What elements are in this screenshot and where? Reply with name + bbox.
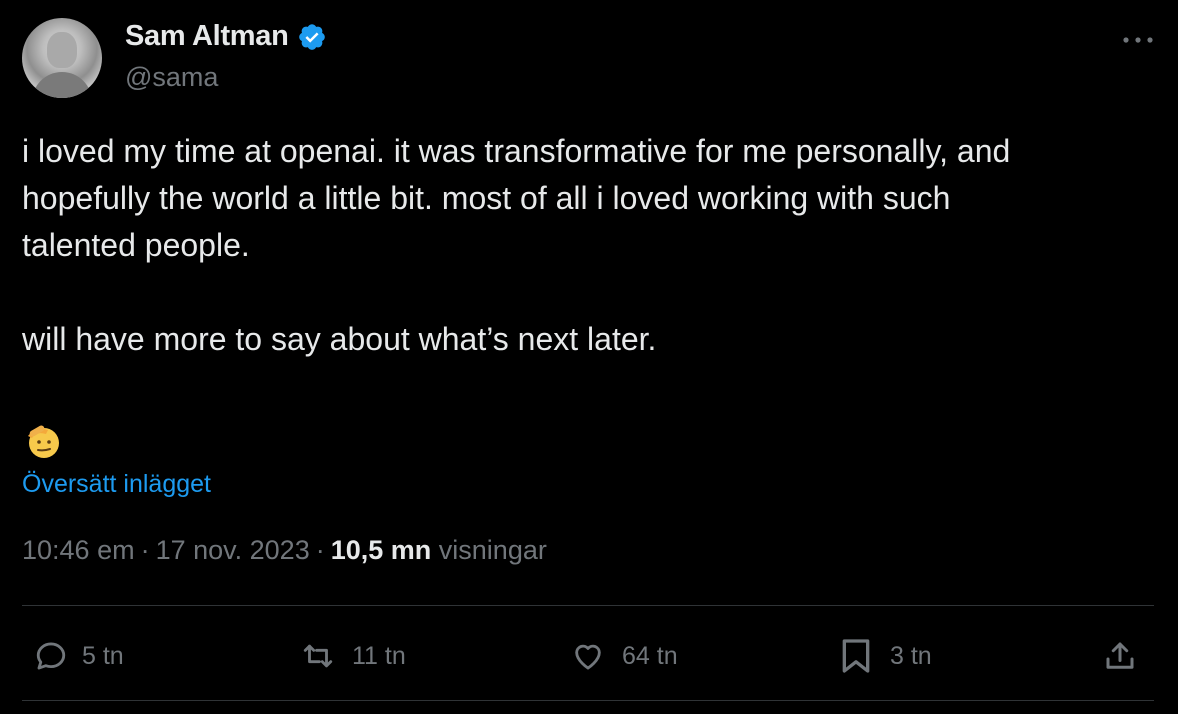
tweet-meta: 10:46 em · 17 nov. 2023 · 10,5 mn visningar: [22, 535, 547, 566]
name-row: Sam Altman: [125, 20, 327, 53]
meta-separator: ·: [315, 535, 325, 565]
reply-button[interactable]: 5 tn: [34, 630, 124, 682]
repost-button[interactable]: 11 tn: [298, 630, 406, 682]
reply-icon: [34, 639, 68, 673]
author-display-name[interactable]: Sam Altman: [125, 20, 289, 53]
tweet-text: i loved my time at openai. it was transf…: [22, 133, 1011, 357]
like-button[interactable]: 64 tn: [568, 630, 678, 682]
verified-badge-icon[interactable]: [297, 22, 327, 52]
tweet-time[interactable]: 10:46 em: [22, 535, 135, 565]
tweet-header: Sam Altman @sama: [22, 18, 1156, 100]
repost-icon: [298, 639, 338, 673]
translate-link[interactable]: Översätt inlägget: [22, 470, 211, 499]
views-count: 10,5 mn: [330, 535, 432, 565]
reply-count: 5 tn: [82, 641, 124, 670]
more-icon[interactable]: [1120, 26, 1156, 54]
saluting-face-icon: [22, 418, 66, 462]
like-count: 64 tn: [622, 641, 678, 670]
avatar[interactable]: [22, 18, 102, 98]
bookmark-count: 3 tn: [890, 641, 932, 670]
bottom-divider: [22, 700, 1154, 701]
views-label: visningar: [438, 535, 547, 565]
share-icon: [1102, 638, 1138, 674]
share-button[interactable]: [1102, 630, 1138, 682]
bookmark-button[interactable]: 3 tn: [836, 630, 932, 682]
author-handle[interactable]: @sama: [125, 62, 218, 93]
repost-count: 11 tn: [352, 641, 406, 670]
tweet-date[interactable]: 17 nov. 2023: [156, 535, 310, 565]
divider: [22, 605, 1154, 606]
avatar-face: [47, 32, 77, 68]
heart-icon: [568, 639, 608, 673]
avatar-shoulders: [32, 72, 92, 98]
bookmark-icon: [836, 636, 876, 676]
meta-separator: ·: [140, 535, 150, 565]
action-bar: 5 tn 11 tn 64 tn 3 tn: [22, 630, 1154, 682]
